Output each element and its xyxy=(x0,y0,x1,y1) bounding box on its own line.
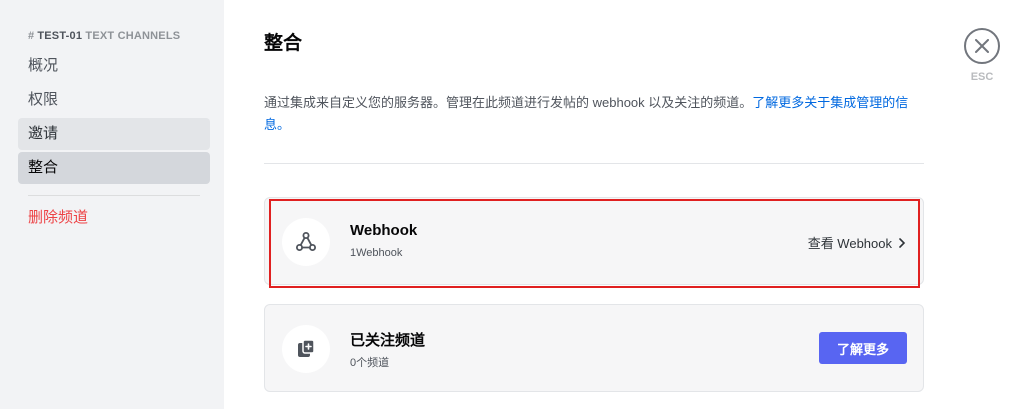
page-description: 通过集成来自定义您的服务器。管理在此频道进行发帖的 webhook 以及关注的频… xyxy=(264,92,924,136)
followed-channels-card: 已关注频道 0个频道 了解更多 xyxy=(264,304,924,392)
sidebar-item-permissions[interactable]: 权限 xyxy=(18,84,210,116)
sidebar-divider xyxy=(28,195,200,196)
followed-channel-icon-wrap xyxy=(282,325,330,373)
webhook-icon xyxy=(296,232,316,251)
channel-name: TEST-01 xyxy=(37,30,83,42)
channel-hash: # xyxy=(28,30,35,42)
channel-header: # TEST-01 TEXT CHANNELS xyxy=(28,30,180,42)
close-icon xyxy=(975,39,989,53)
description-text: 通过集成来自定义您的服务器。管理在此频道进行发帖的 webhook 以及关注的频… xyxy=(264,95,753,110)
sidebar-item-label: 删除频道 xyxy=(28,209,89,226)
view-webhooks-link[interactable]: 查看 Webhook xyxy=(808,233,906,252)
webhook-card[interactable]: Webhook 1Webhook 查看 Webhook xyxy=(264,197,924,285)
sidebar-item-invites[interactable]: 邀请 xyxy=(18,118,210,150)
sidebar-item-label: 权限 xyxy=(28,91,59,108)
page-title: 整合 xyxy=(264,33,303,54)
chevron-right-icon xyxy=(899,237,906,248)
followed-channels-title: 已关注频道 xyxy=(350,332,426,349)
view-webhooks-label: 查看 Webhook xyxy=(807,236,892,251)
sidebar-item-label: 邀请 xyxy=(28,125,59,142)
sidebar-item-label: 整合 xyxy=(28,159,59,176)
webhook-count: 1Webhook xyxy=(350,247,403,259)
channel-header-suffix: TEXT CHANNELS xyxy=(85,30,181,42)
settings-sidebar: # TEST-01 TEXT CHANNELS 概况 权限 邀请 整合 删除频道 xyxy=(0,0,224,409)
learn-more-button[interactable]: 了解更多 xyxy=(819,332,907,364)
sidebar-item-overview[interactable]: 概况 xyxy=(18,50,210,82)
sidebar-item-label: 概况 xyxy=(28,57,59,74)
close-button[interactable] xyxy=(964,28,1000,64)
sidebar-item-delete-channel[interactable]: 删除频道 xyxy=(18,202,210,234)
sidebar-item-integrations[interactable]: 整合 xyxy=(18,152,210,184)
followed-channel-icon xyxy=(298,339,315,357)
close-control: ESC xyxy=(964,28,1000,83)
webhook-icon-wrap xyxy=(282,218,330,266)
followed-channels-count: 0个频道 xyxy=(350,357,390,369)
section-divider xyxy=(264,163,924,164)
esc-label: ESC xyxy=(970,71,994,83)
webhook-title: Webhook xyxy=(350,222,418,239)
